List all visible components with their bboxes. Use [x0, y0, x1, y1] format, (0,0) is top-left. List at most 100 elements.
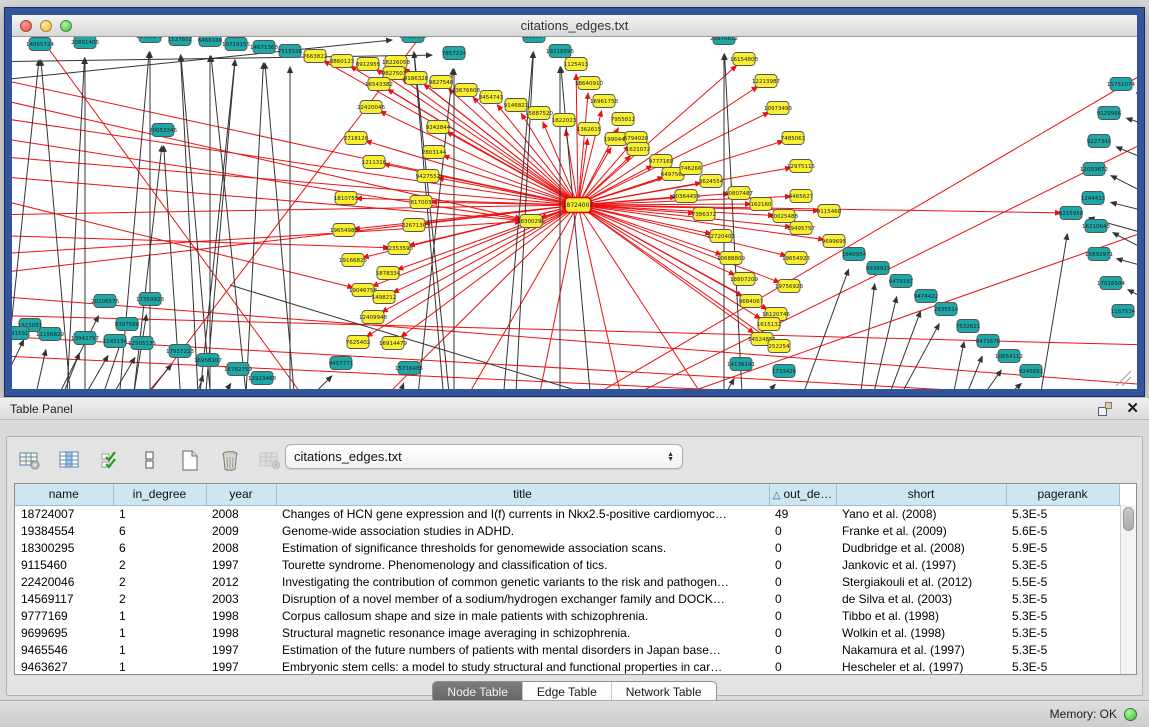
- graph-node[interactable]: 817003: [410, 196, 432, 209]
- graph-node[interactable]: 1621072: [626, 143, 651, 156]
- graph-node[interactable]: 8471676: [976, 335, 1001, 348]
- graph-node[interactable]: 6466160: [198, 37, 223, 47]
- column-header-short[interactable]: short: [836, 484, 1006, 505]
- graph-node[interactable]: 10654112: [995, 350, 1023, 363]
- graph-node[interactable]: 12975115: [787, 160, 815, 173]
- graph-node[interactable]: 8860123: [330, 55, 355, 68]
- graph-node[interactable]: 16210643: [1082, 220, 1110, 233]
- graph-node[interactable]: 1125413: [564, 58, 589, 71]
- graph-node[interactable]: 15892971: [1085, 248, 1113, 261]
- column-header-out_degree[interactable]: △out_de…: [769, 484, 836, 505]
- graph-node[interactable]: 15751074: [1107, 78, 1135, 91]
- graph-node[interactable]: 18640910: [575, 77, 603, 90]
- graph-node[interactable]: 8813054: [522, 37, 547, 43]
- graph-node[interactable]: 9129966: [1097, 107, 1122, 120]
- graph-node[interactable]: 10688809: [717, 252, 745, 265]
- table-row[interactable]: 911546021997Tourette syndrome. Phenomeno…: [15, 556, 1119, 573]
- graph-node[interactable]: 1145194: [103, 335, 128, 348]
- graph-node[interactable]: 7625402: [346, 336, 371, 349]
- graph-node[interactable]: 18724007: [563, 198, 594, 213]
- column-header-in_degree[interactable]: in_degree: [113, 484, 206, 505]
- table-row[interactable]: 946362711997Embryonic stem cells: a mode…: [15, 658, 1119, 675]
- graph-node[interactable]: 16543382: [365, 78, 393, 91]
- graph-node[interactable]: 16961758: [590, 95, 618, 108]
- graph-node[interactable]: 16154808: [730, 53, 758, 66]
- graph-node[interactable]: 20876812: [710, 37, 738, 45]
- graph-node[interactable]: 9457771: [329, 357, 354, 370]
- zoom-window-icon[interactable]: [60, 20, 72, 32]
- graph-node[interactable]: 10025488: [770, 210, 798, 223]
- graph-node[interactable]: 10973493: [764, 102, 792, 115]
- graph-node[interactable]: 16958107: [194, 354, 222, 367]
- graph-node[interactable]: 19495757: [787, 222, 815, 235]
- graph-node[interactable]: 1211318: [362, 156, 387, 169]
- minimize-window-icon[interactable]: [40, 20, 52, 32]
- graph-node[interactable]: 2803144: [422, 146, 447, 159]
- graph-node[interactable]: 22420046: [357, 101, 385, 114]
- column-header-title[interactable]: title: [276, 484, 769, 505]
- table-scrollbar-thumb[interactable]: [1123, 507, 1134, 531]
- network-window-titlebar[interactable]: citations_edges.txt: [12, 15, 1137, 37]
- column-header-pagerank[interactable]: pagerank: [1006, 484, 1119, 505]
- close-window-icon[interactable]: [20, 20, 32, 32]
- graph-node[interactable]: 12213987: [752, 75, 780, 88]
- graph-node[interactable]: 17359928: [136, 293, 164, 306]
- close-panel-icon[interactable]: ✕: [1126, 401, 1139, 416]
- graph-node[interactable]: 1498212: [372, 291, 397, 304]
- graph-node[interactable]: 16782759: [224, 363, 252, 376]
- table-row[interactable]: 2242004622012Investigating the contribut…: [15, 573, 1119, 590]
- graph-node[interactable]: 9427552: [416, 170, 441, 183]
- graph-node[interactable]: 1527602: [168, 37, 193, 46]
- table-row[interactable]: 969969511998Structural magnetic resonanc…: [15, 624, 1119, 641]
- graph-node[interactable]: 8454743: [479, 91, 504, 104]
- graph-node[interactable]: 11156829: [36, 328, 64, 341]
- graph-node[interactable]: 12505135: [128, 337, 156, 350]
- manage-columns-icon[interactable]: [57, 447, 83, 473]
- graph-node[interactable]: 14671368: [250, 41, 278, 54]
- graph-node[interactable]: 9242844: [426, 121, 451, 134]
- graph-node[interactable]: 15716485: [395, 362, 423, 375]
- float-panel-icon[interactable]: [1098, 402, 1112, 416]
- graph-node[interactable]: 19756928: [775, 280, 803, 293]
- graph-node[interactable]: 1733426: [772, 365, 797, 378]
- graph-node[interactable]: 8912955: [356, 58, 381, 71]
- network-canvas[interactable]: 14055724 20891406 10653247 1527602 6466160 10…: [12, 37, 1137, 389]
- tab-edge-table[interactable]: Edge Table: [522, 682, 611, 702]
- graph-node[interactable]: 9115460: [817, 205, 842, 218]
- graph-node[interactable]: 10653247: [136, 37, 164, 43]
- graph-node[interactable]: 20053346: [149, 124, 177, 137]
- table-row[interactable]: 1938455462009Genome-wide association stu…: [15, 522, 1119, 539]
- graph-node[interactable]: 20891406: [71, 37, 99, 49]
- graph-node[interactable]: 1362615: [577, 123, 602, 136]
- graph-node[interactable]: 10807487: [725, 187, 753, 200]
- graph-node[interactable]: 12409948: [359, 311, 387, 324]
- graph-node[interactable]: 3267130: [402, 219, 427, 232]
- graph-node[interactable]: 12923468: [248, 372, 276, 385]
- graph-node[interactable]: 9227343: [1087, 135, 1112, 148]
- graph-node[interactable]: 19166825: [339, 254, 367, 267]
- graph-node[interactable]: 13942757: [71, 332, 99, 345]
- table-row[interactable]: 946554611997Estimation of the future num…: [15, 641, 1119, 658]
- delete-table-icon[interactable]: [217, 447, 243, 473]
- graph-node[interactable]: 2718120: [344, 132, 369, 145]
- graph-node[interactable]: 1810755: [334, 192, 359, 205]
- graph-node[interactable]: 1167534: [1111, 305, 1136, 318]
- memory-ok-icon[interactable]: [1124, 708, 1137, 721]
- graph-node[interactable]: 9474422: [914, 290, 939, 303]
- graph-node[interactable]: 9827548: [429, 76, 454, 89]
- column-header-year[interactable]: year: [206, 484, 276, 505]
- graph-node[interactable]: 16914479: [379, 337, 407, 350]
- graph-node[interactable]: 8938923: [866, 262, 891, 275]
- graph-node[interactable]: 19654923: [782, 252, 810, 265]
- graph-node[interactable]: 8186328: [404, 72, 429, 85]
- graph-node[interactable]: 15887520: [525, 107, 553, 120]
- graph-node[interactable]: 7386372: [692, 208, 717, 221]
- graph-node[interactable]: 14136141: [727, 358, 755, 371]
- graph-node[interactable]: 17016504: [1097, 277, 1125, 290]
- graph-node[interactable]: 12720407: [707, 230, 735, 243]
- graph-node[interactable]: 14055724: [26, 38, 54, 51]
- graph-node[interactable]: 9397588: [115, 318, 140, 331]
- graph-node[interactable]: 9245652: [1019, 365, 1044, 378]
- table-select-dropdown[interactable]: citations_edges.txt ▲▼: [285, 444, 683, 469]
- graph-node[interactable]: 7663822: [303, 50, 328, 63]
